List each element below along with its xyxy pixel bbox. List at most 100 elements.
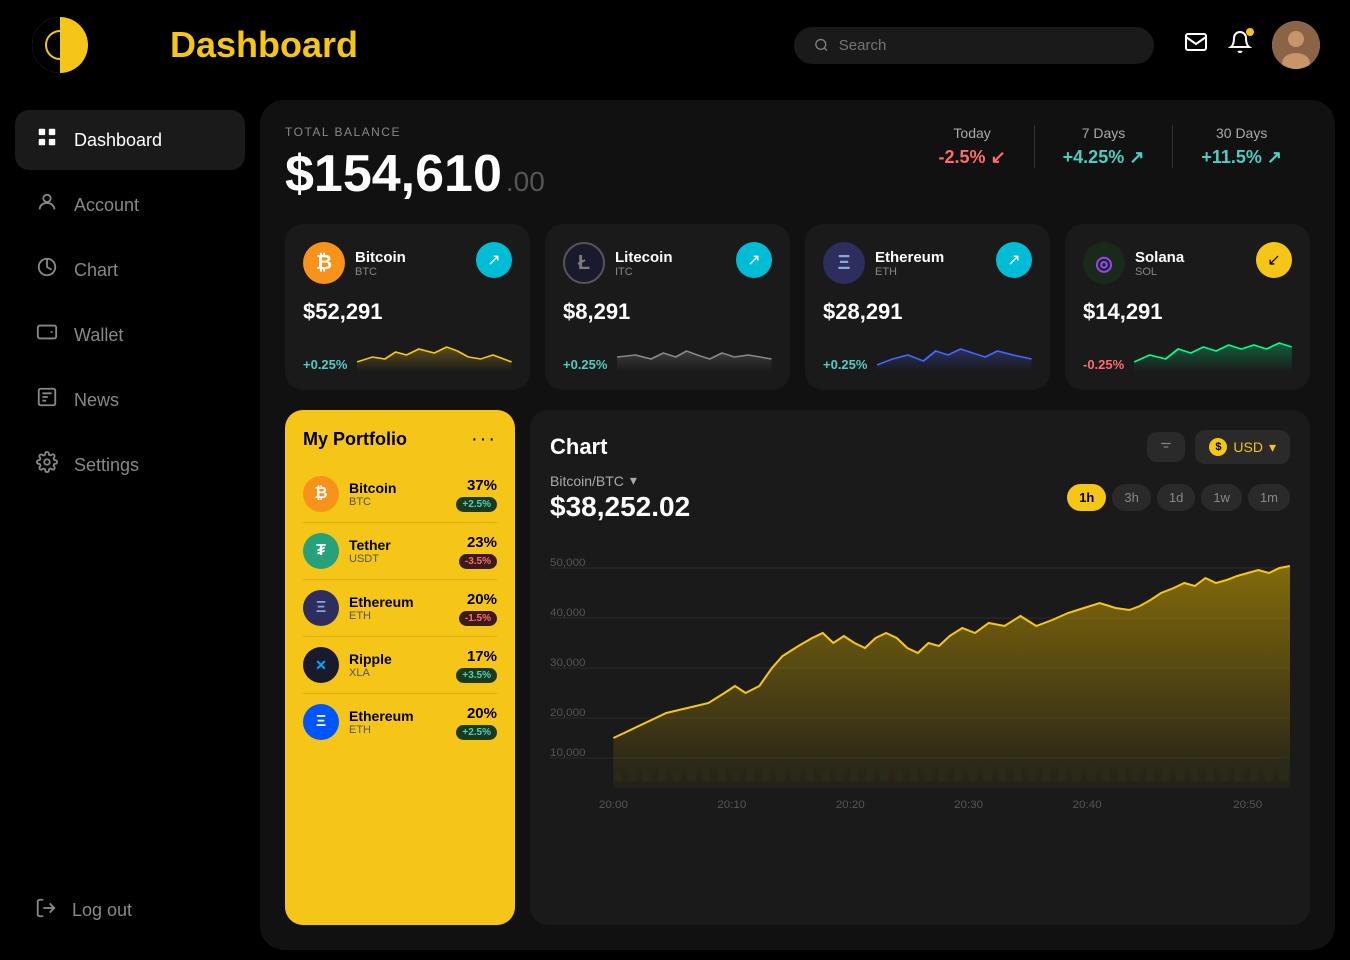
ltc-price: $8,291: [563, 299, 772, 325]
btc-price: $52,291: [303, 299, 512, 325]
balance-label: TOTAL BALANCE: [285, 125, 545, 139]
account-icon: [35, 191, 59, 219]
notification-dot: [1246, 28, 1254, 36]
btc-change: +0.25%: [303, 357, 347, 372]
portfolio-card: My Portfolio ··· ₿ Bitcoin BTC 37% +2.5%: [285, 410, 515, 925]
portfolio-item-eth2[interactable]: Ξ Ethereum ETH 20% +2.5%: [303, 694, 497, 750]
chart-price: $38,252.02: [550, 491, 690, 523]
logout-button[interactable]: Log out: [15, 881, 245, 940]
ltc-sparkline: [617, 337, 772, 372]
chart-filter-button[interactable]: [1147, 432, 1185, 462]
content: TOTAL BALANCE $154,610 .00 Today -2.5% ↙…: [260, 100, 1335, 950]
portfolio-item-btc[interactable]: ₿ Bitcoin BTC 37% +2.5%: [303, 466, 497, 523]
sol-ticker: SOL: [1135, 266, 1184, 278]
time-btn-1w[interactable]: 1w: [1201, 484, 1242, 511]
time-buttons: 1h 3h 1d 1w 1m: [1067, 484, 1290, 511]
mail-button[interactable]: [1184, 30, 1208, 60]
portfolio-usdt-info: Tether USDT: [349, 537, 449, 565]
notification-button[interactable]: [1228, 30, 1252, 60]
svg-text:20,000: 20,000: [550, 707, 586, 719]
portfolio-eth-right: 20% -1.5%: [459, 591, 497, 626]
eth-icon: Ξ: [823, 242, 865, 284]
portfolio-xla-right: 17% +3.5%: [456, 648, 497, 683]
stat-period-30days: 30 Days: [1201, 125, 1282, 141]
portfolio-eth2-right: 20% +2.5%: [456, 705, 497, 740]
logout-icon: [35, 897, 57, 924]
portfolio-xla-info: Ripple XLA: [349, 651, 446, 679]
stat-period-today: Today: [939, 125, 1006, 141]
sidebar-label-settings: Settings: [74, 455, 139, 476]
chart-pair-selector[interactable]: Bitcoin/BTC ▾: [550, 472, 690, 489]
sidebar-item-settings[interactable]: Settings: [15, 435, 245, 495]
portfolio-title: My Portfolio: [303, 429, 407, 450]
sol-icon: ◎: [1083, 242, 1125, 284]
portfolio-btc-right: 37% +2.5%: [456, 477, 497, 512]
search-bar[interactable]: [794, 27, 1154, 64]
portfolio-eth2-info: Ethereum ETH: [349, 708, 446, 736]
time-btn-1m[interactable]: 1m: [1248, 484, 1290, 511]
sidebar-label-chart: Chart: [74, 260, 118, 281]
stat-period-7days: 7 Days: [1063, 125, 1145, 141]
settings-icon: [35, 451, 59, 479]
balance-main: $154,610: [285, 144, 502, 204]
stat-value-30days: +11.5% ↗: [1201, 147, 1282, 168]
portfolio-more-button[interactable]: ···: [471, 428, 497, 451]
sidebar-item-account[interactable]: Account: [15, 175, 245, 235]
svg-text:20:10: 20:10: [717, 799, 746, 811]
balance-stats: Today -2.5% ↙ 7 Days +4.25% ↗ 30 Days +1…: [911, 125, 1310, 168]
svg-text:10,000: 10,000: [550, 747, 586, 759]
time-btn-3h[interactable]: 3h: [1112, 484, 1150, 511]
stat-value-7days: +4.25% ↗: [1063, 147, 1145, 168]
currency-icon: $: [1209, 438, 1227, 456]
sidebar-label-wallet: Wallet: [74, 325, 123, 346]
sol-change: -0.25%: [1083, 357, 1124, 372]
header-icons: [1184, 21, 1320, 69]
btc-icon: ₿: [303, 242, 345, 284]
crypto-card-ltc[interactable]: Ł Litecoin ITC ↗ $8,291 +0.25%: [545, 224, 790, 390]
sidebar-item-dashboard[interactable]: Dashboard: [15, 110, 245, 170]
sidebar-item-chart[interactable]: Chart: [15, 240, 245, 300]
wallet-icon: [35, 321, 59, 349]
portfolio-btc-icon: ₿: [303, 476, 339, 512]
time-btn-1d[interactable]: 1d: [1157, 484, 1195, 511]
currency-chevron-icon: ▾: [1269, 439, 1276, 456]
ltc-name: Litecoin: [615, 249, 673, 266]
eth-sparkline: [877, 337, 1032, 372]
pair-chevron-icon: ▾: [630, 472, 637, 489]
chart-sub-header: Bitcoin/BTC ▾ $38,252.02 1h 3h 1d 1w 1m: [550, 472, 1290, 523]
sidebar-item-wallet[interactable]: Wallet: [15, 305, 245, 365]
search-icon: [814, 37, 829, 53]
crypto-card-eth[interactable]: Ξ Ethereum ETH ↗ $28,291 +0.25%: [805, 224, 1050, 390]
sol-sparkline: [1134, 337, 1292, 372]
crypto-card-sol[interactable]: ◎ Solana SOL ↙ $14,291 -0.25%: [1065, 224, 1310, 390]
header: Dashboard: [0, 0, 1350, 90]
logout-label: Log out: [72, 900, 132, 921]
currency-button[interactable]: $ USD ▾: [1195, 430, 1290, 464]
chart-title: Chart: [550, 434, 607, 460]
btc-arrow: ↗: [476, 242, 512, 278]
svg-text:20:50: 20:50: [1233, 799, 1262, 811]
portfolio-item-usdt[interactable]: ₮ Tether USDT 23% -3.5%: [303, 523, 497, 580]
crypto-card-btc[interactable]: ₿ Bitcoin BTC ↗ $52,291 +0.25%: [285, 224, 530, 390]
sidebar-item-news[interactable]: News: [15, 370, 245, 430]
portfolio-eth2-icon: Ξ: [303, 704, 339, 740]
btc-name: Bitcoin: [355, 249, 406, 266]
crypto-cards: ₿ Bitcoin BTC ↗ $52,291 +0.25%: [285, 224, 1310, 390]
eth-arrow: ↗: [996, 242, 1032, 278]
ltc-arrow: ↗: [736, 242, 772, 278]
svg-text:20:00: 20:00: [599, 799, 628, 811]
portfolio-item-xla[interactable]: ✕ Ripple XLA 17% +3.5%: [303, 637, 497, 694]
btc-sparkline: [357, 337, 512, 372]
chart-header: Chart $ USD ▾: [550, 430, 1290, 464]
portfolio-btc-info: Bitcoin BTC: [349, 480, 446, 508]
stat-30days: 30 Days +11.5% ↗: [1172, 125, 1310, 168]
portfolio-header: My Portfolio ···: [303, 428, 497, 451]
sol-name: Solana: [1135, 249, 1184, 266]
search-input[interactable]: [839, 37, 1134, 54]
portfolio-item-eth[interactable]: Ξ Ethereum ETH 20% -1.5%: [303, 580, 497, 637]
currency-label: USD: [1233, 439, 1263, 455]
avatar[interactable]: [1272, 21, 1320, 69]
chart-controls: $ USD ▾: [1147, 430, 1290, 464]
time-btn-1h[interactable]: 1h: [1067, 484, 1106, 511]
balance-amount: $154,610 .00: [285, 144, 545, 204]
